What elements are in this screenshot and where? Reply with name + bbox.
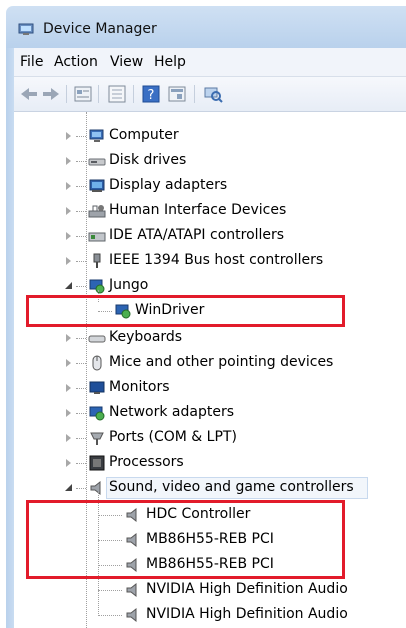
tree-item-ide-ata-atapi[interactable]: IDE ATA/ATAPI controllers <box>14 224 406 249</box>
tree-item-ieee-1394[interactable]: IEEE 1394 Bus host controllers <box>14 249 406 274</box>
view-toggle-icon[interactable] <box>166 84 188 104</box>
expand-arrow-icon[interactable] <box>66 409 71 417</box>
help-icon[interactable]: ? <box>140 84 162 104</box>
monitor-icon <box>89 381 105 394</box>
speaker-icon <box>126 582 137 598</box>
speaker-icon <box>126 607 137 623</box>
tree-item-ports[interactable]: Ports (COM & LPT) <box>14 426 406 451</box>
display-adapter-icon <box>89 179 105 192</box>
ieee1394-icon <box>93 253 101 268</box>
forward-arrow-icon[interactable] <box>40 84 62 104</box>
menu-file[interactable]: File <box>20 54 43 70</box>
back-arrow-icon[interactable] <box>18 84 40 104</box>
window-frame-left <box>6 48 14 628</box>
tree-item-sound-video-game[interactable]: Sound, video and game controllers <box>14 476 406 501</box>
tree-item-label: Jungo <box>109 277 149 293</box>
highlight-box-sound-devices <box>26 500 345 579</box>
disk-drive-icon <box>88 158 106 166</box>
device-manager-icon <box>18 23 34 35</box>
tree-item-nvidia-hda-1[interactable]: NVIDIA High Definition Audio <box>14 578 406 603</box>
expand-arrow-icon[interactable] <box>66 232 71 240</box>
window-title: Device Manager <box>43 21 157 37</box>
expand-arrow-icon[interactable] <box>66 207 71 215</box>
toolbar-separator <box>194 85 195 103</box>
menu-help[interactable]: Help <box>154 54 186 70</box>
tree-item-keyboards[interactable]: Keyboards <box>14 326 406 351</box>
tree-item-label: Network adapters <box>109 404 234 420</box>
collapse-arrow-icon[interactable] <box>64 483 73 492</box>
tree-item-label: IDE ATA/ATAPI controllers <box>109 227 285 243</box>
tree-item-label: Disk drives <box>109 152 187 168</box>
tree-item-label: Computer <box>109 127 179 143</box>
expand-arrow-icon[interactable] <box>66 132 71 140</box>
menu-bar: File Action View Help <box>14 48 406 77</box>
tree-item-label: Monitors <box>109 379 170 395</box>
tree-item-label: Processors <box>109 454 184 470</box>
tree-item-label: NVIDIA High Definition Audio <box>146 606 348 622</box>
jungo-icon <box>89 279 105 294</box>
tree-item-label: NVIDIA High Definition Audio <box>146 581 348 597</box>
expand-arrow-icon[interactable] <box>66 182 71 190</box>
tree-item-mice[interactable]: Mice and other pointing devices <box>14 351 406 376</box>
expand-arrow-icon[interactable] <box>66 334 71 342</box>
device-tree[interactable]: Computer Disk drives Display adapters Hu… <box>14 112 406 628</box>
tree-item-processors[interactable]: Processors <box>14 451 406 476</box>
collapse-arrow-icon[interactable] <box>64 281 73 290</box>
tree-item-computer[interactable]: Computer <box>14 124 406 149</box>
toolbar-separator <box>133 85 134 103</box>
expand-arrow-icon[interactable] <box>66 157 71 165</box>
tree-item-monitors[interactable]: Monitors <box>14 376 406 401</box>
show-hidden-icon[interactable] <box>106 84 128 104</box>
tree-item-display-adapters[interactable]: Display adapters <box>14 174 406 199</box>
tree-item-label: Ports (COM & LPT) <box>109 429 237 445</box>
network-adapter-icon <box>89 406 105 421</box>
highlight-box-windriver <box>26 295 345 327</box>
tree-item-label: Keyboards <box>109 329 183 345</box>
menu-action[interactable]: Action <box>54 54 98 70</box>
toolbar-separator <box>98 85 99 103</box>
scan-hardware-icon[interactable] <box>202 84 224 104</box>
tree-item-label: Mice and other pointing devices <box>109 354 334 370</box>
port-icon <box>90 432 104 445</box>
tree-item-label: Human Interface Devices <box>109 202 287 218</box>
computer-icon <box>89 129 104 142</box>
keyboard-icon <box>88 335 106 343</box>
hid-icon <box>88 205 106 218</box>
speaker-icon <box>90 480 101 496</box>
tree-item-label: Display adapters <box>109 177 228 193</box>
tree-item-label: Sound, video and game controllers <box>109 479 354 495</box>
tree-item-human-interface-devices[interactable]: Human Interface Devices <box>14 199 406 224</box>
title-bar: Device Manager <box>6 6 406 48</box>
properties-sheet-icon[interactable] <box>72 84 94 104</box>
mouse-icon <box>92 355 102 371</box>
tree-item-label: IEEE 1394 Bus host controllers <box>109 252 324 268</box>
svg-text:?: ? <box>148 88 155 103</box>
expand-arrow-icon[interactable] <box>66 434 71 442</box>
tree-item-disk-drives[interactable]: Disk drives <box>14 149 406 174</box>
tree-item-nvidia-hda-2[interactable]: NVIDIA High Definition Audio <box>14 603 406 628</box>
expand-arrow-icon[interactable] <box>66 459 71 467</box>
toolbar: ? <box>14 77 406 112</box>
tree-item-network-adapters[interactable]: Network adapters <box>14 401 406 426</box>
expand-arrow-icon[interactable] <box>66 257 71 265</box>
processor-icon <box>89 455 105 471</box>
ide-controller-icon <box>88 232 106 242</box>
toolbar-separator <box>66 85 67 103</box>
menu-view[interactable]: View <box>110 54 143 70</box>
expand-arrow-icon[interactable] <box>66 384 71 392</box>
expand-arrow-icon[interactable] <box>66 359 71 367</box>
